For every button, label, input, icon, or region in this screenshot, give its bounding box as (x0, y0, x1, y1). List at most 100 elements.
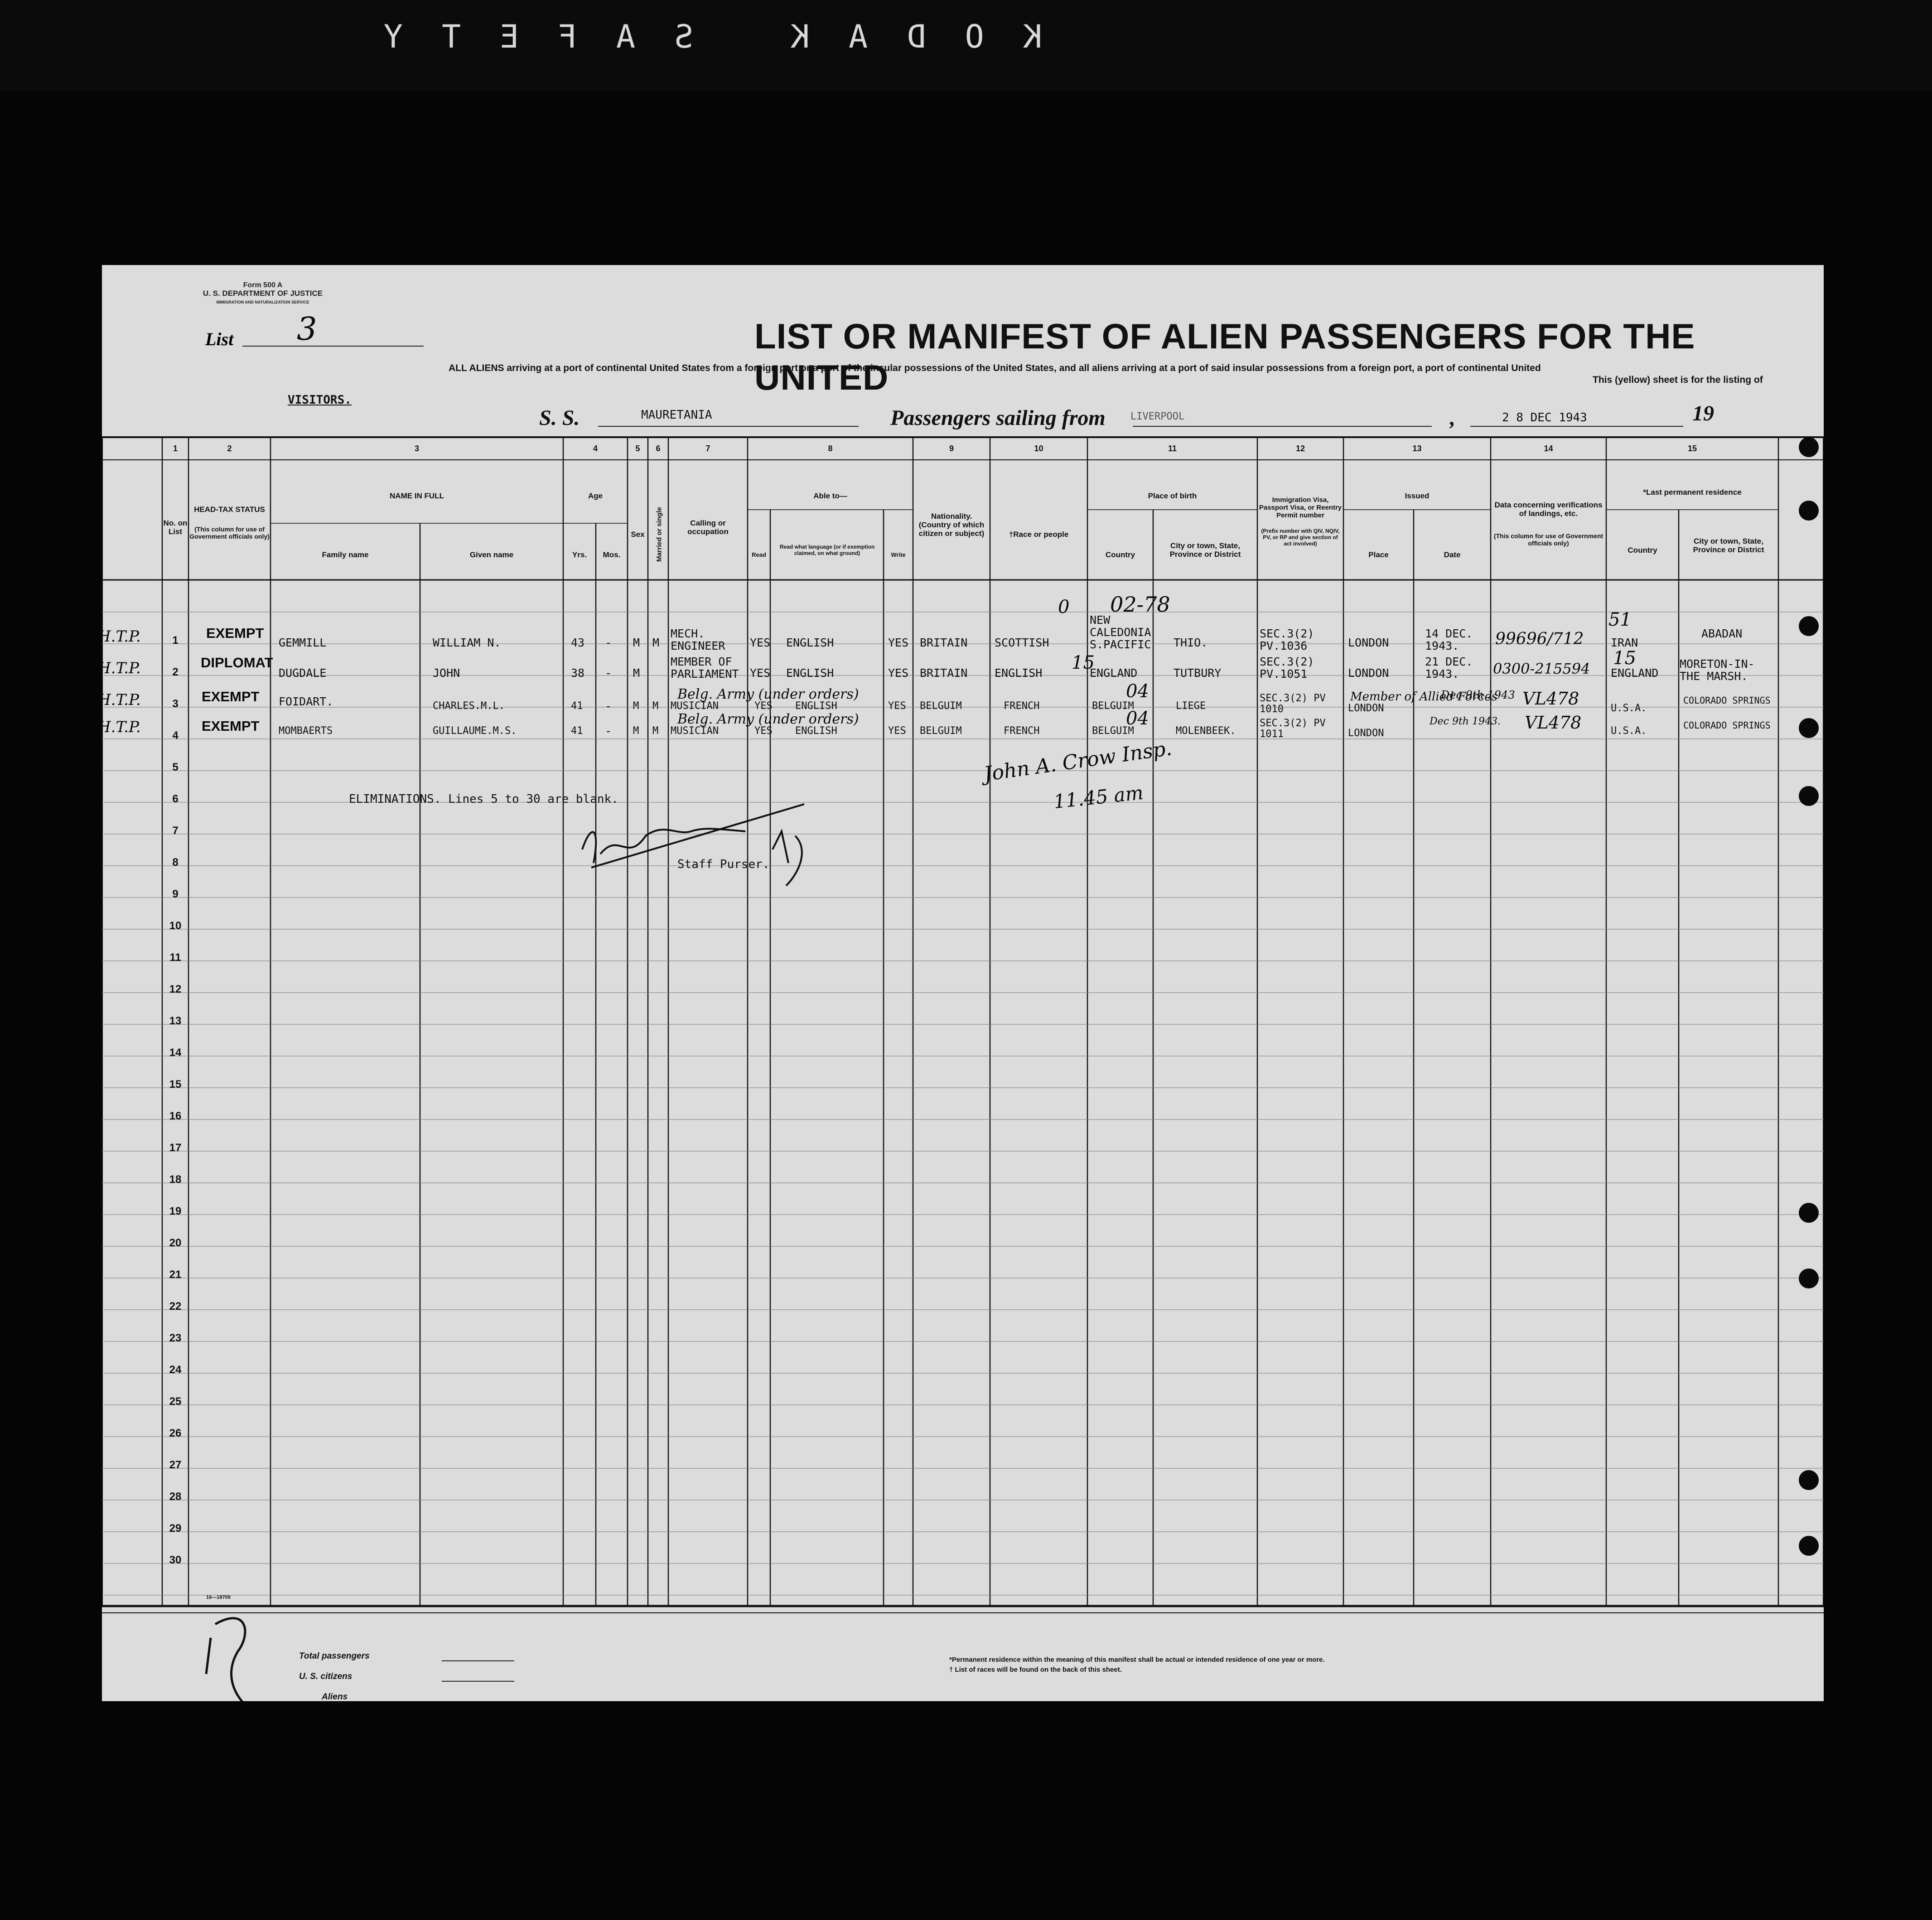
residence-footnote: *Permanent residence within the meaning … (949, 1656, 1325, 1664)
writes: YES (888, 725, 906, 737)
residence-country: IRAN (1611, 636, 1638, 649)
film-edge-text: K O D A K S A F E T Y (373, 18, 1042, 55)
binder-hole (1799, 1536, 1819, 1556)
sex: M (633, 636, 640, 649)
header-write: Write (891, 551, 906, 558)
issued-date: 14 DEC. 1943. (1425, 627, 1473, 652)
occupation: MEMBER OF PARLIAMENT (671, 655, 739, 680)
header-visa: Immigration Visa, Passport Visa, or Reen… (1259, 496, 1342, 519)
nationality: BELGUIM (920, 700, 962, 712)
race-footnote: † List of races will be found on the bac… (949, 1666, 1122, 1674)
birth-city: LIEGE (1176, 700, 1206, 712)
occupation: MECH. ENGINEER (671, 627, 725, 652)
margin-note: H.T.P. (102, 627, 141, 646)
col-num-3: 3 (414, 444, 419, 453)
issued-date: Dec 9th 1943. (1430, 716, 1501, 727)
row-number: 14 (169, 1047, 182, 1059)
nationality: BELGUIM (920, 725, 962, 737)
age-years: 41 (571, 725, 583, 737)
code-row-2: 15 (1072, 652, 1095, 673)
header-mos: Mos. (603, 550, 621, 559)
nationality: BRITAIN (920, 666, 968, 680)
row-number: 3 (172, 698, 179, 710)
code-res-1: 51 (1608, 609, 1632, 630)
age-years: 41 (571, 700, 583, 712)
us-citizens-label: U. S. citizens (299, 1672, 353, 1681)
col-num-4: 4 (593, 444, 598, 453)
header-nationality: Nationality. (Country of which citizen o… (918, 512, 985, 538)
header-head-tax-note: (This column for use of Government offic… (189, 526, 270, 540)
row-number: 9 (172, 888, 179, 900)
header-place-of-birth: Place of birth (1148, 492, 1197, 500)
writes: YES (888, 700, 906, 712)
row-number: 27 (169, 1459, 182, 1471)
manifest-sheet: Form 500 A U. S. DEPARTMENT OF JUSTICE I… (102, 265, 1824, 1701)
header-name-in-full: NAME IN FULL (390, 492, 444, 500)
binder-hole (1799, 616, 1819, 636)
reads: YES (750, 666, 771, 680)
verification: 0300-215594 (1493, 660, 1590, 677)
margin-note: H.T.P. (102, 659, 141, 677)
row-number: 13 (169, 1015, 182, 1027)
family-name: MOMBAERTS (279, 725, 333, 737)
binder-hole (1799, 437, 1819, 457)
row-number: 8 (172, 856, 179, 868)
header-residence-country: Country (1628, 546, 1657, 555)
residence-city: COLORADO SPRINGS (1683, 720, 1771, 731)
col-num-7: 7 (705, 444, 710, 453)
col-num-14: 14 (1544, 444, 1553, 453)
language: ENGLISH (786, 636, 834, 649)
residence-country: U.S.A. (1611, 725, 1647, 737)
row-number: 15 (169, 1078, 182, 1090)
issued-place: LONDON (1348, 666, 1389, 680)
marital-status: M (652, 636, 660, 649)
birth-city: MOLENBEEK. (1176, 725, 1236, 737)
col-num-1: 1 (173, 444, 178, 453)
residence-city: ABADAN (1701, 627, 1743, 640)
header-read: Read (752, 551, 766, 558)
family-name: FOIDART. (279, 695, 333, 708)
margin-note: H.T.P. (102, 691, 141, 709)
staff-purser-label: Staff Purser. (677, 858, 770, 871)
visa-number: SEC.3(2) PV 1011 (1260, 718, 1326, 740)
head-tax-stamp: EXEMPT (202, 718, 260, 734)
code-race-1: 0 (1058, 597, 1070, 617)
manifest-grid (102, 436, 1824, 1701)
age-years: 38 (571, 666, 585, 680)
binder-hole (1799, 718, 1819, 738)
header-sex: Sex (631, 530, 645, 539)
total-passengers-label: Total passengers (299, 1651, 370, 1661)
sex: M (633, 700, 639, 712)
issued-date: 21 DEC. 1943. (1425, 655, 1473, 680)
col-num-6: 6 (656, 444, 661, 453)
head-tax-stamp: EXEMPT (202, 689, 260, 704)
col-num-13: 13 (1412, 444, 1422, 453)
binder-hole (1799, 1269, 1819, 1288)
row-number: 17 (169, 1142, 182, 1154)
row-number: 10 (169, 920, 182, 932)
row-number: 5 (172, 761, 179, 773)
col-num-15: 15 (1687, 444, 1697, 453)
army-note-1: Belg. Army (under orders) (677, 686, 859, 702)
row-number: 2 (172, 666, 179, 678)
race: SCOTTISH (995, 636, 1049, 649)
binder-hole (1799, 1203, 1819, 1223)
birth-city: TUTBURY (1174, 666, 1222, 680)
col-num-8: 8 (828, 444, 833, 453)
army-note-2: Belg. Army (under orders) (677, 711, 859, 727)
code-row-3: 04 (1126, 681, 1149, 702)
header-birth-country: Country (1105, 550, 1135, 559)
residence-country: U.S.A. (1611, 703, 1647, 714)
age-months: - (605, 699, 612, 713)
header-age: Age (588, 492, 603, 500)
code-res-2: 15 (1613, 648, 1636, 669)
binder-hole (1799, 1470, 1819, 1490)
header-family-name: Family name (322, 550, 369, 559)
header-verification-note: (This column for use of Government offic… (1493, 532, 1604, 547)
birth-country: NEW CALEDONIA S.PACIFIC (1090, 613, 1151, 651)
row-number: 28 (169, 1491, 182, 1503)
row-number: 4 (172, 729, 179, 742)
col-num-5: 5 (635, 444, 640, 453)
issued-place: LONDON (1348, 703, 1384, 714)
residence-city: MORETON-IN-THE MARSH. (1680, 657, 1755, 683)
